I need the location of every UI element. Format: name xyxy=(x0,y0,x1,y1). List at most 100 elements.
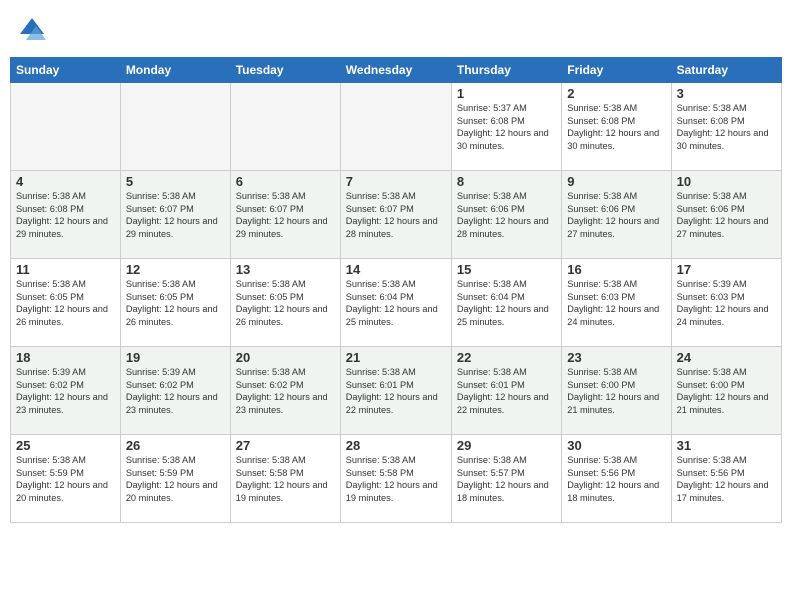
day-cell: 17Sunrise: 5:39 AMSunset: 6:03 PMDayligh… xyxy=(671,259,781,347)
day-number: 9 xyxy=(567,174,665,189)
day-header-tuesday: Tuesday xyxy=(230,58,340,83)
day-number: 2 xyxy=(567,86,665,101)
day-number: 15 xyxy=(457,262,556,277)
day-number: 6 xyxy=(236,174,335,189)
day-info: Sunrise: 5:38 AMSunset: 6:05 PMDaylight:… xyxy=(236,278,335,329)
day-info: Sunrise: 5:38 AMSunset: 5:59 PMDaylight:… xyxy=(16,454,115,505)
day-number: 28 xyxy=(346,438,446,453)
day-cell: 10Sunrise: 5:38 AMSunset: 6:06 PMDayligh… xyxy=(671,171,781,259)
day-info: Sunrise: 5:38 AMSunset: 6:07 PMDaylight:… xyxy=(346,190,446,241)
day-cell: 4Sunrise: 5:38 AMSunset: 6:08 PMDaylight… xyxy=(11,171,121,259)
day-header-thursday: Thursday xyxy=(451,58,561,83)
day-info: Sunrise: 5:38 AMSunset: 6:06 PMDaylight:… xyxy=(567,190,665,241)
day-number: 4 xyxy=(16,174,115,189)
day-number: 29 xyxy=(457,438,556,453)
day-number: 12 xyxy=(126,262,225,277)
day-info: Sunrise: 5:38 AMSunset: 6:01 PMDaylight:… xyxy=(457,366,556,417)
day-number: 1 xyxy=(457,86,556,101)
day-info: Sunrise: 5:38 AMSunset: 6:02 PMDaylight:… xyxy=(236,366,335,417)
day-info: Sunrise: 5:38 AMSunset: 6:04 PMDaylight:… xyxy=(457,278,556,329)
day-info: Sunrise: 5:37 AMSunset: 6:08 PMDaylight:… xyxy=(457,102,556,153)
day-cell: 8Sunrise: 5:38 AMSunset: 6:06 PMDaylight… xyxy=(451,171,561,259)
day-cell: 21Sunrise: 5:38 AMSunset: 6:01 PMDayligh… xyxy=(340,347,451,435)
day-info: Sunrise: 5:39 AMSunset: 6:02 PMDaylight:… xyxy=(126,366,225,417)
day-info: Sunrise: 5:38 AMSunset: 6:00 PMDaylight:… xyxy=(567,366,665,417)
day-info: Sunrise: 5:38 AMSunset: 5:58 PMDaylight:… xyxy=(236,454,335,505)
logo-icon xyxy=(16,14,48,51)
day-cell: 26Sunrise: 5:38 AMSunset: 5:59 PMDayligh… xyxy=(120,435,230,523)
day-info: Sunrise: 5:38 AMSunset: 6:00 PMDaylight:… xyxy=(677,366,776,417)
day-number: 8 xyxy=(457,174,556,189)
day-header-saturday: Saturday xyxy=(671,58,781,83)
day-info: Sunrise: 5:38 AMSunset: 5:56 PMDaylight:… xyxy=(567,454,665,505)
day-number: 13 xyxy=(236,262,335,277)
day-header-friday: Friday xyxy=(562,58,671,83)
day-header-sunday: Sunday xyxy=(11,58,121,83)
day-number: 10 xyxy=(677,174,776,189)
day-info: Sunrise: 5:38 AMSunset: 6:05 PMDaylight:… xyxy=(16,278,115,329)
day-cell: 16Sunrise: 5:38 AMSunset: 6:03 PMDayligh… xyxy=(562,259,671,347)
day-number: 30 xyxy=(567,438,665,453)
day-cell xyxy=(11,83,121,171)
day-cell: 24Sunrise: 5:38 AMSunset: 6:00 PMDayligh… xyxy=(671,347,781,435)
day-cell: 25Sunrise: 5:38 AMSunset: 5:59 PMDayligh… xyxy=(11,435,121,523)
day-info: Sunrise: 5:38 AMSunset: 6:07 PMDaylight:… xyxy=(126,190,225,241)
day-info: Sunrise: 5:38 AMSunset: 6:05 PMDaylight:… xyxy=(126,278,225,329)
day-cell: 30Sunrise: 5:38 AMSunset: 5:56 PMDayligh… xyxy=(562,435,671,523)
day-cell: 23Sunrise: 5:38 AMSunset: 6:00 PMDayligh… xyxy=(562,347,671,435)
day-cell: 7Sunrise: 5:38 AMSunset: 6:07 PMDaylight… xyxy=(340,171,451,259)
day-cell: 14Sunrise: 5:38 AMSunset: 6:04 PMDayligh… xyxy=(340,259,451,347)
day-number: 22 xyxy=(457,350,556,365)
day-info: Sunrise: 5:38 AMSunset: 6:06 PMDaylight:… xyxy=(677,190,776,241)
day-info: Sunrise: 5:38 AMSunset: 5:58 PMDaylight:… xyxy=(346,454,446,505)
day-cell: 31Sunrise: 5:38 AMSunset: 5:56 PMDayligh… xyxy=(671,435,781,523)
day-cell: 18Sunrise: 5:39 AMSunset: 6:02 PMDayligh… xyxy=(11,347,121,435)
day-info: Sunrise: 5:38 AMSunset: 6:08 PMDaylight:… xyxy=(677,102,776,153)
day-cell xyxy=(120,83,230,171)
day-number: 16 xyxy=(567,262,665,277)
header xyxy=(0,0,792,57)
day-info: Sunrise: 5:38 AMSunset: 6:06 PMDaylight:… xyxy=(457,190,556,241)
day-number: 21 xyxy=(346,350,446,365)
calendar: SundayMondayTuesdayWednesdayThursdayFrid… xyxy=(10,57,782,523)
day-cell: 1Sunrise: 5:37 AMSunset: 6:08 PMDaylight… xyxy=(451,83,561,171)
day-number: 7 xyxy=(346,174,446,189)
day-number: 5 xyxy=(126,174,225,189)
day-number: 27 xyxy=(236,438,335,453)
day-cell: 3Sunrise: 5:38 AMSunset: 6:08 PMDaylight… xyxy=(671,83,781,171)
day-info: Sunrise: 5:38 AMSunset: 6:01 PMDaylight:… xyxy=(346,366,446,417)
day-cell: 6Sunrise: 5:38 AMSunset: 6:07 PMDaylight… xyxy=(230,171,340,259)
day-number: 20 xyxy=(236,350,335,365)
day-info: Sunrise: 5:38 AMSunset: 6:07 PMDaylight:… xyxy=(236,190,335,241)
day-cell: 22Sunrise: 5:38 AMSunset: 6:01 PMDayligh… xyxy=(451,347,561,435)
day-info: Sunrise: 5:38 AMSunset: 6:04 PMDaylight:… xyxy=(346,278,446,329)
day-cell: 15Sunrise: 5:38 AMSunset: 6:04 PMDayligh… xyxy=(451,259,561,347)
day-info: Sunrise: 5:38 AMSunset: 5:56 PMDaylight:… xyxy=(677,454,776,505)
day-header-monday: Monday xyxy=(120,58,230,83)
day-number: 17 xyxy=(677,262,776,277)
day-cell: 20Sunrise: 5:38 AMSunset: 6:02 PMDayligh… xyxy=(230,347,340,435)
day-number: 24 xyxy=(677,350,776,365)
day-cell: 12Sunrise: 5:38 AMSunset: 6:05 PMDayligh… xyxy=(120,259,230,347)
day-cell: 11Sunrise: 5:38 AMSunset: 6:05 PMDayligh… xyxy=(11,259,121,347)
day-number: 26 xyxy=(126,438,225,453)
day-number: 19 xyxy=(126,350,225,365)
day-cell: 28Sunrise: 5:38 AMSunset: 5:58 PMDayligh… xyxy=(340,435,451,523)
day-number: 25 xyxy=(16,438,115,453)
day-header-wednesday: Wednesday xyxy=(340,58,451,83)
day-cell xyxy=(230,83,340,171)
day-info: Sunrise: 5:39 AMSunset: 6:03 PMDaylight:… xyxy=(677,278,776,329)
day-cell: 2Sunrise: 5:38 AMSunset: 6:08 PMDaylight… xyxy=(562,83,671,171)
day-info: Sunrise: 5:38 AMSunset: 6:08 PMDaylight:… xyxy=(567,102,665,153)
day-cell: 19Sunrise: 5:39 AMSunset: 6:02 PMDayligh… xyxy=(120,347,230,435)
day-cell: 5Sunrise: 5:38 AMSunset: 6:07 PMDaylight… xyxy=(120,171,230,259)
day-number: 3 xyxy=(677,86,776,101)
day-number: 11 xyxy=(16,262,115,277)
day-cell: 9Sunrise: 5:38 AMSunset: 6:06 PMDaylight… xyxy=(562,171,671,259)
day-cell xyxy=(340,83,451,171)
day-info: Sunrise: 5:38 AMSunset: 5:59 PMDaylight:… xyxy=(126,454,225,505)
day-cell: 29Sunrise: 5:38 AMSunset: 5:57 PMDayligh… xyxy=(451,435,561,523)
day-number: 18 xyxy=(16,350,115,365)
day-number: 23 xyxy=(567,350,665,365)
day-cell: 13Sunrise: 5:38 AMSunset: 6:05 PMDayligh… xyxy=(230,259,340,347)
